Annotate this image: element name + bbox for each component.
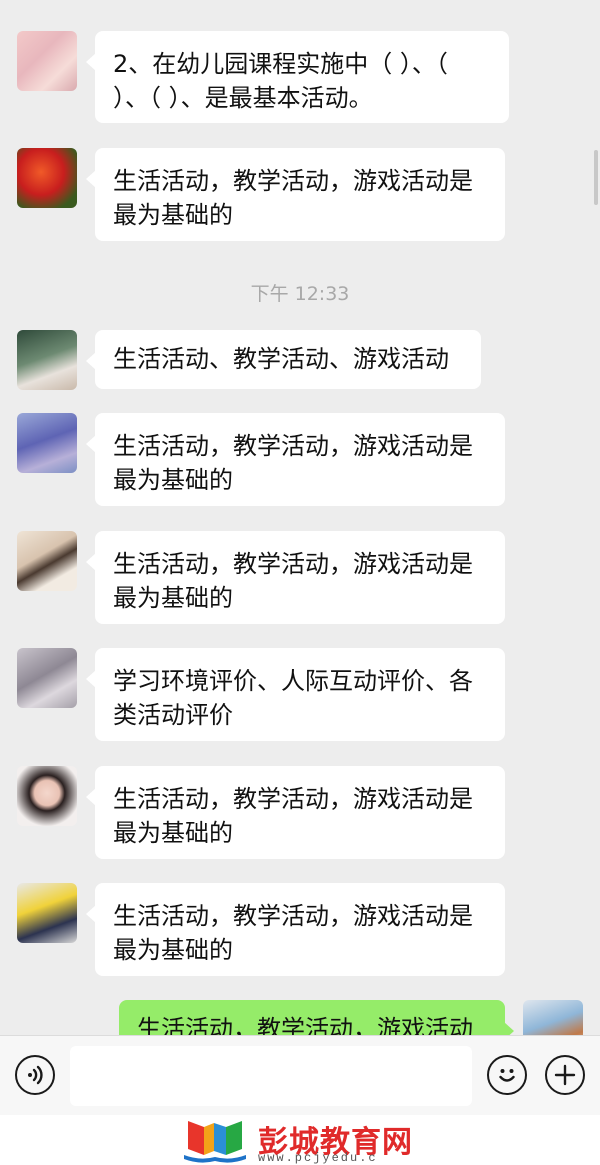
book-logo-icon [184,1121,246,1163]
voice-button[interactable] [15,1055,55,1095]
plus-icon [554,1064,576,1086]
chat-input-bar [0,1035,600,1115]
message-bubble[interactable]: 生活活动，教学活动，游戏活动 [119,1000,514,1035]
message-text-line: 生活活动，教学活动，游戏活动是 [113,432,473,460]
message-bubble[interactable]: 生活活动、教学活动、游戏活动 [86,330,481,389]
watermark-url: www.pcjyedu.c [258,1151,378,1165]
message-bubble[interactable]: 学习环境评价、人际互动评价、各 类活动评价 [86,648,505,741]
message-text-line: 学习环境评价、人际互动评价、各 [113,667,473,695]
message-text-line: 最为基础的 [113,466,233,494]
message-text-line: 生活活动，教学活动，游戏活动是 [113,167,473,195]
message-bubble[interactable]: 生活活动，教学活动，游戏活动是 最为基础的 [86,766,505,859]
message-text-line: 2、在幼儿园课程实施中（ ）、（ [113,50,448,78]
message-text-line: ）、（ ）、是最基本活动。 [113,84,373,112]
voice-icon [28,1065,43,1085]
watermark-footer: 彭城教育网 www.pcjyedu.c [0,1115,600,1165]
avatar[interactable] [523,1000,583,1035]
emoji-icon [499,1069,515,1082]
message-bubble[interactable]: 生活活动，教学活动，游戏活动是 最为基础的 [86,883,505,976]
avatar[interactable] [17,413,77,473]
message-input[interactable] [70,1046,472,1106]
message-text-line: 生活活动，教学活动，游戏活动是 [113,550,473,578]
message-text-line: 最为基础的 [113,936,233,964]
avatar[interactable] [17,531,77,591]
message-bubble[interactable]: 生活活动，教学活动，游戏活动是 最为基础的 [86,531,505,624]
message-text-line: 最为基础的 [113,819,233,847]
avatar[interactable] [17,330,77,390]
avatar[interactable] [17,648,77,708]
message-bubble[interactable]: 生活活动，教学活动，游戏活动是 最为基础的 [86,148,505,241]
emoji-button[interactable] [487,1055,527,1095]
scrollbar-thumb[interactable] [594,150,598,205]
message-text: 生活活动，教学活动，游戏活动 [137,1015,473,1035]
message-text: 生活活动、教学活动、游戏活动 [113,345,449,373]
message-bubble[interactable]: 生活活动，教学活动，游戏活动是 最为基础的 [86,413,505,506]
message-text-line: 生活活动，教学活动，游戏活动是 [113,785,473,813]
message-bubble[interactable]: 2、在幼儿园课程实施中（ ）、（ ）、（ ）、是最基本活动。 [86,31,509,123]
chat-message-list[interactable]: 2、在幼儿园课程实施中（ ）、（ ）、（ ）、是最基本活动。 生活活动，教学活动… [0,0,600,1035]
message-text-line: 最为基础的 [113,201,233,229]
message-text-line: 类活动评价 [113,701,233,729]
avatar[interactable] [17,766,77,826]
avatar[interactable] [17,883,77,943]
message-text-line: 最为基础的 [113,584,233,612]
avatar[interactable] [17,148,77,208]
timestamp: 下午 12:33 [250,283,350,305]
message-text-line: 生活活动，教学活动，游戏活动是 [113,902,473,930]
avatar[interactable] [17,31,77,91]
more-button[interactable] [545,1055,585,1095]
